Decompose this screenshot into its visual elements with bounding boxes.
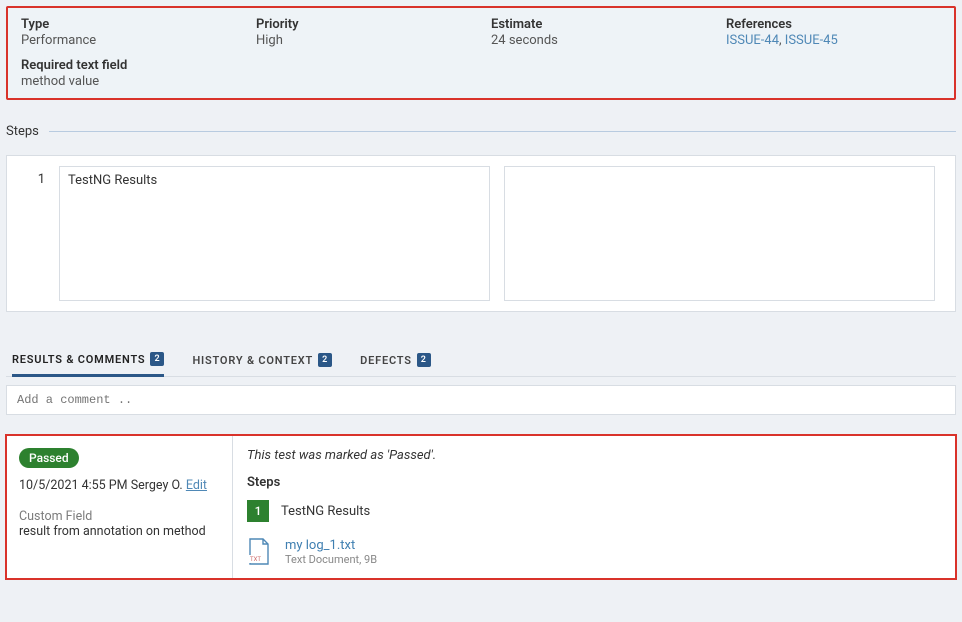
svg-text:TXT: TXT	[250, 556, 261, 563]
result-message: This test was marked as 'Passed'.	[247, 448, 941, 463]
type-label: Type	[21, 17, 236, 32]
reference-link-1[interactable]: ISSUE-44	[726, 33, 779, 48]
attachment-meta: Text Document, 9B	[285, 553, 377, 566]
attachment-row: TXT my log_1.txt Text Document, 9B	[247, 538, 941, 566]
tab-badge: 2	[150, 352, 164, 366]
status-badge: Passed	[19, 448, 79, 468]
result-panel: Passed 10/5/2021 4:55 PM Sergey O. Edit …	[6, 435, 956, 579]
step-number: 1	[27, 166, 45, 187]
divider	[49, 131, 956, 132]
result-steps-title: Steps	[247, 475, 941, 490]
attachment-link[interactable]: my log_1.txt	[285, 538, 377, 553]
priority-value: High	[256, 33, 471, 48]
result-step-text: TestNG Results	[281, 504, 370, 519]
custom-field-label: Custom Field	[19, 509, 220, 524]
custom-field-value: result from annotation on method	[19, 524, 220, 539]
estimate-label: Estimate	[491, 17, 706, 32]
step-action-box[interactable]: TestNG Results	[59, 166, 490, 301]
tab-history-context[interactable]: HISTORY & CONTEXT 2	[192, 347, 332, 375]
tab-badge: 2	[417, 353, 431, 367]
tab-defects[interactable]: DEFECTS 2	[360, 347, 431, 375]
references-label: References	[726, 17, 941, 32]
result-meta: 10/5/2021 4:55 PM Sergey O. Edit	[19, 478, 220, 493]
steps-title: Steps	[6, 124, 39, 139]
steps-section: Steps 1 TestNG Results	[6, 124, 956, 312]
references-value: ISSUE-44, ISSUE-45	[726, 33, 941, 48]
file-txt-icon: TXT	[247, 538, 271, 566]
priority-label: Priority	[256, 17, 471, 32]
estimate-value: 24 seconds	[491, 33, 706, 48]
details-panel: Type Performance Priority High Estimate …	[6, 6, 956, 100]
comment-input[interactable]	[6, 385, 956, 415]
required-field-label: Required text field	[21, 58, 941, 73]
edit-link[interactable]: Edit	[186, 478, 207, 493]
tab-results-comments[interactable]: RESULTS & COMMENTS 2	[12, 346, 164, 377]
step-expected-box[interactable]	[504, 166, 935, 301]
result-body: This test was marked as 'Passed'. Steps …	[233, 436, 955, 578]
type-value: Performance	[21, 33, 236, 48]
tab-badge: 2	[318, 353, 332, 367]
result-step-badge: 1	[247, 500, 269, 522]
reference-link-2[interactable]: ISSUE-45	[785, 33, 838, 48]
result-sidebar: Passed 10/5/2021 4:55 PM Sergey O. Edit …	[7, 436, 233, 578]
step-row: 1 TestNG Results	[27, 166, 935, 301]
tabs-row: RESULTS & COMMENTS 2 HISTORY & CONTEXT 2…	[6, 346, 956, 377]
required-field-value: method value	[21, 74, 941, 89]
steps-body: 1 TestNG Results	[6, 155, 956, 312]
result-step-row: 1 TestNG Results	[247, 500, 941, 522]
